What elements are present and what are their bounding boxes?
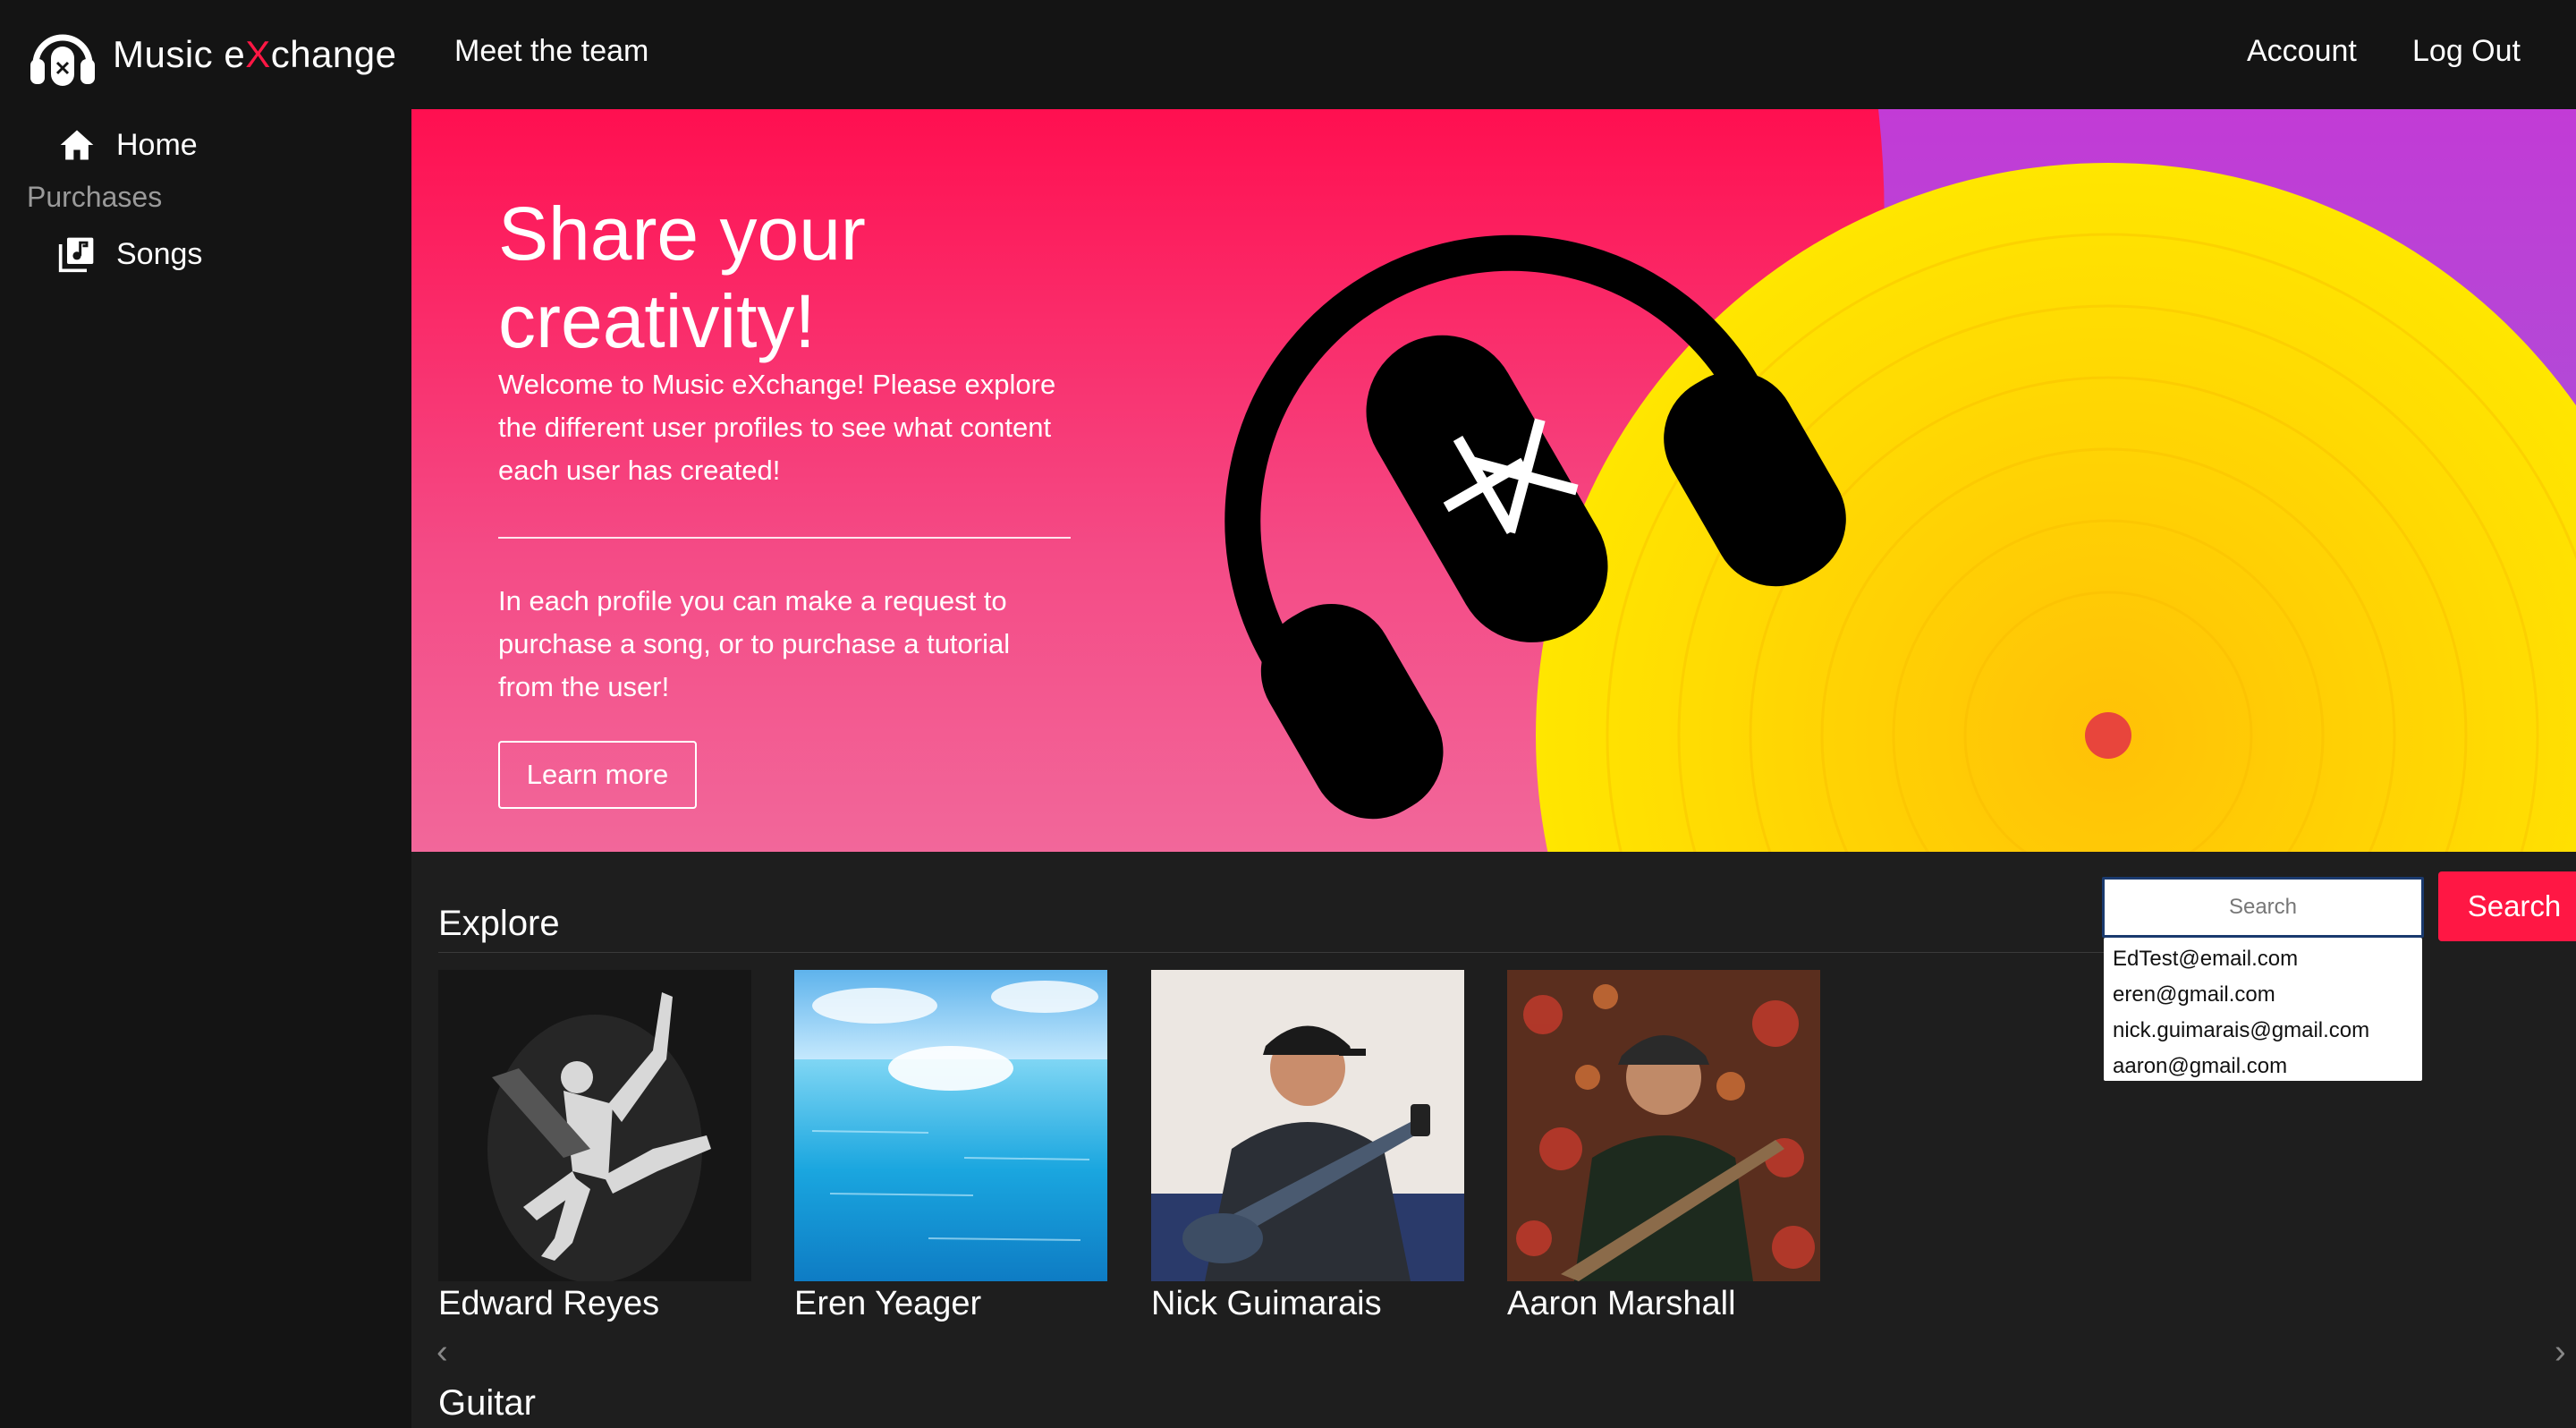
suggestion-item[interactable]: EdTest@email.com [2104, 941, 2422, 977]
hero-title: Share your creativity! [498, 191, 866, 363]
music-library-icon [58, 237, 94, 273]
suggestion-item[interactable]: eren@gmail.com [2104, 977, 2422, 1013]
profile-photo[interactable] [794, 970, 1107, 1281]
profile-name[interactable]: Eren Yeager [794, 1285, 1107, 1323]
profile-photo[interactable] [1507, 970, 1820, 1281]
brand-name: Music eXchange [113, 33, 397, 75]
profile-photo-image [438, 970, 751, 1281]
hero-divider [498, 537, 1071, 539]
home-icon [60, 130, 94, 160]
sidebar-heading-purchases: Purchases [27, 181, 163, 213]
profile-name[interactable]: Edward Reyes [438, 1285, 751, 1323]
profile-card-nick-guimarais[interactable]: Nick Guimarais [1151, 970, 1464, 1323]
logout-link[interactable]: Log Out [2412, 34, 2521, 69]
hero-info-text: In each profile you can make a request t… [498, 585, 1011, 702]
profile-name[interactable]: Aaron Marshall [1507, 1285, 1820, 1323]
suggestion-item[interactable]: nick.guimarais@gmail.com [2104, 1013, 2422, 1049]
sidebar-item-label: Home [116, 127, 198, 162]
carousel-prev-icon[interactable]: ‹ [436, 1333, 448, 1372]
learn-more-button[interactable]: Learn more [498, 741, 697, 809]
profile-card-edward-reyes[interactable]: Edward Reyes [438, 970, 751, 1323]
profile-photo-image [1151, 970, 1464, 1281]
sidebar-item-home[interactable]: Home [57, 125, 198, 165]
profile-photo[interactable] [1151, 970, 1464, 1281]
account-link[interactable]: Account [2247, 34, 2357, 69]
profile-photo[interactable] [438, 970, 751, 1281]
profile-photo-image [1507, 970, 1820, 1281]
sidebar: Home Purchases Songs [0, 109, 411, 1428]
sidebar-item-songs[interactable]: Songs [57, 234, 202, 274]
hero-banner: Share your creativity! Welcome to Music … [411, 109, 2576, 852]
guitar-heading: Guitar [438, 1383, 536, 1423]
profile-name[interactable]: Nick Guimarais [1151, 1285, 1464, 1323]
profile-card-aaron-marshall[interactable]: Aaron Marshall [1507, 970, 1820, 1323]
search-input[interactable] [2102, 877, 2424, 938]
meet-the-team-link[interactable]: Meet the team [454, 34, 648, 69]
carousel-next-icon[interactable]: › [2555, 1333, 2566, 1372]
explore-divider [438, 952, 2120, 953]
headphones-logo-icon [30, 34, 95, 86]
search-button[interactable]: Search [2438, 871, 2576, 941]
search-suggestions-dropdown: EdTest@email.com eren@gmail.com nick.gui… [2104, 938, 2422, 1081]
suggestion-item[interactable]: aaron@gmail.com [2104, 1049, 2422, 1084]
profile-photo-image [794, 970, 1107, 1281]
top-navbar: Music eXchange Meet the team Account Log… [0, 0, 2576, 109]
hero-welcome-text: Welcome to Music eXchange! Please explor… [498, 369, 1056, 486]
sidebar-item-label: Songs [116, 236, 203, 271]
profile-card-eren-yeager[interactable]: Eren Yeager [794, 970, 1107, 1323]
brand-logo-link[interactable]: Music eXchange [27, 20, 397, 89]
explore-heading: Explore [438, 904, 560, 943]
